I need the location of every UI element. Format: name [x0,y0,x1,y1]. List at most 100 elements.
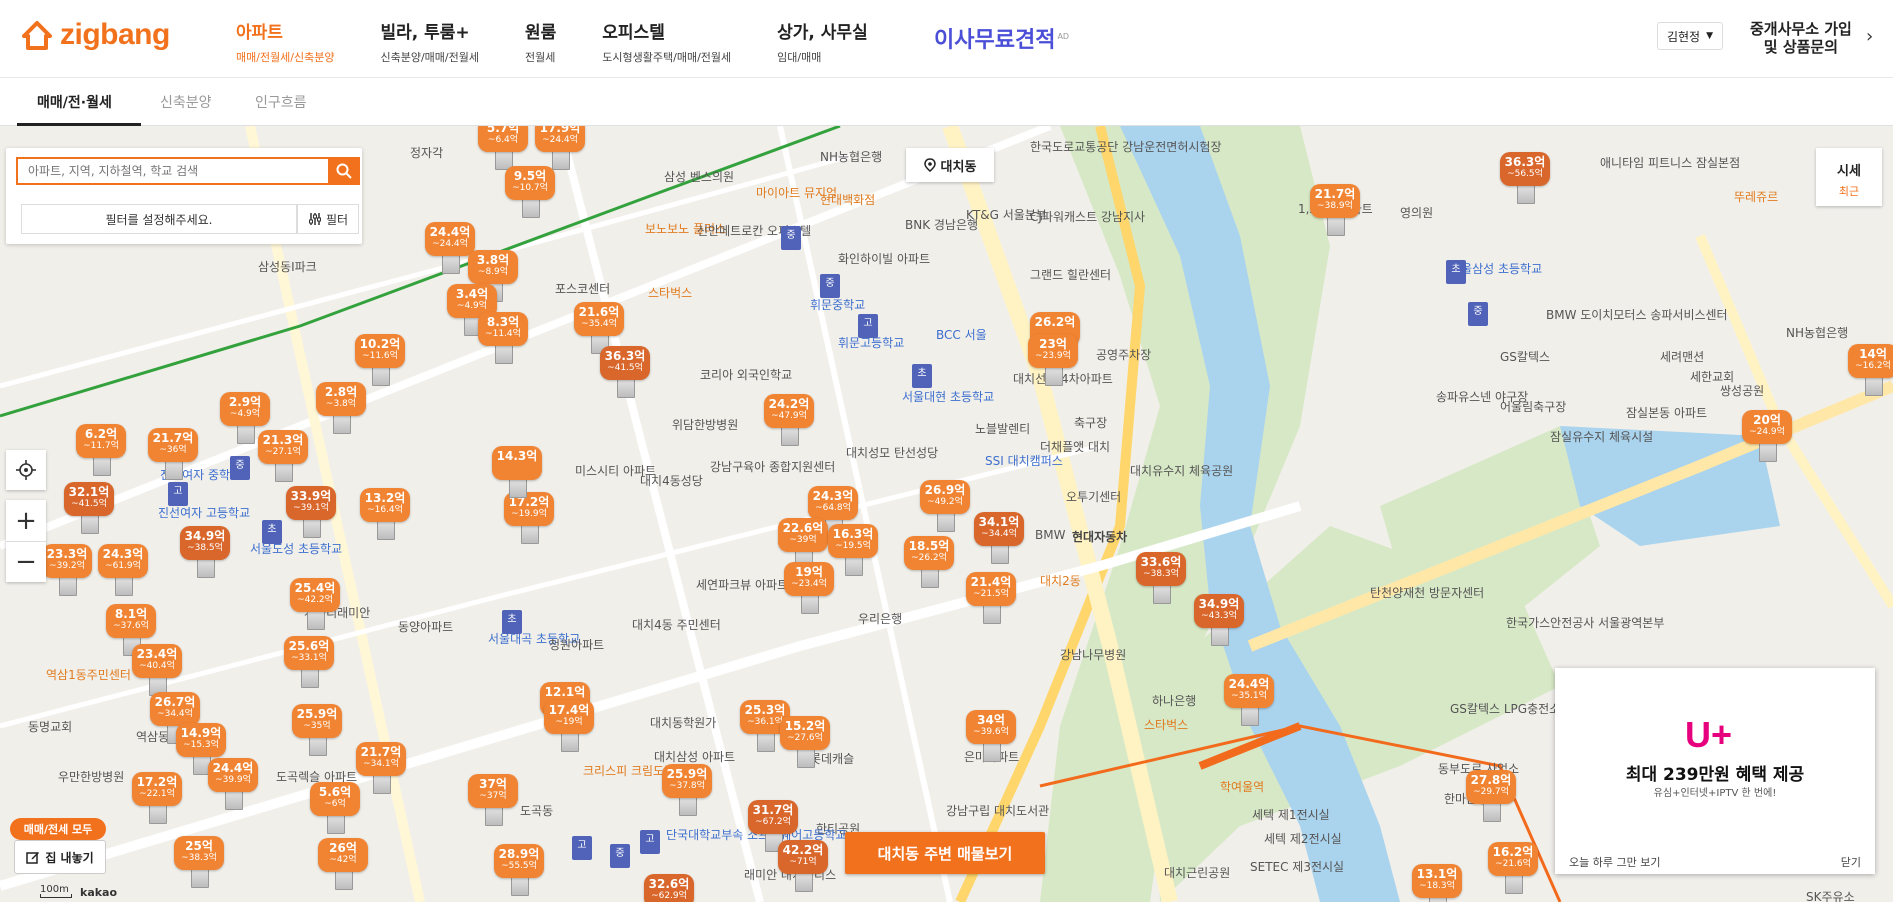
price-marker[interactable]: 6.2억 ~11.7억 [76,424,126,476]
school-icon[interactable]: 초 [262,520,282,544]
price-marker[interactable]: 14억 ~16.2억 [1848,344,1893,396]
price-marker[interactable]: 16.2억 ~21.6억 [1488,842,1538,894]
price-marker[interactable]: 34.9억 ~38.5억 [180,526,230,578]
price-marker[interactable]: 34.1억 ~34.4억 [974,512,1024,564]
zoom-in-button[interactable]: + [6,500,46,541]
chevron-right-icon[interactable]: › [1866,26,1873,47]
school-icon[interactable]: 중 [230,456,250,480]
tab-population[interactable]: 인구흐름 [255,92,307,112]
ad-close-button[interactable]: 닫기 [1841,854,1861,870]
school-icon[interactable]: 중 [610,844,630,868]
price-marker[interactable]: 42.2억 ~71억 [778,840,828,892]
price-marker[interactable]: 2.9억 ~4.9억 [220,392,270,444]
price-marker[interactable]: 25.9억 ~37.8억 [662,764,712,816]
school-icon[interactable]: 고 [572,836,592,860]
price-marker[interactable]: 23.4억 ~40.4억 [132,644,182,696]
price-marker[interactable]: 3.8억 ~8.9억 [468,250,518,302]
school-icon[interactable]: 초 [1446,260,1466,284]
search-input[interactable] [16,157,328,185]
price-marker[interactable]: 17.9억 ~24.4억 [535,126,585,170]
price-marker[interactable]: 23.3억 ~39.2억 [42,544,92,596]
tab-new-sale[interactable]: 신축분양 [160,92,212,112]
price-marker[interactable]: 24.4억 ~39.9억 [208,758,258,810]
school-icon[interactable]: 중 [1468,302,1488,326]
price-marker[interactable]: 31.7억 ~67.2억 [748,800,798,852]
price-marker[interactable]: 26억 ~42억 [318,838,368,890]
price-marker[interactable]: 8.3억 ~11.4억 [478,312,528,364]
price-marker[interactable]: 18.5억 ~26.2억 [904,536,954,588]
ad-dismiss-today[interactable]: 오늘 하루 그만 보기 [1569,854,1660,870]
price-marker[interactable]: 37억 ~37억 [468,774,518,826]
school-icon[interactable]: 고 [168,482,188,506]
price-marker[interactable]: 21.6억 ~35.4억 [574,302,624,354]
price-marker[interactable]: 14.3억 [492,446,542,498]
price-marker[interactable]: 21.7억 ~36억 [148,428,198,480]
price-marker[interactable]: 26.9억 ~49.2억 [920,480,970,532]
school-icon[interactable]: 초 [912,364,932,388]
price-marker[interactable]: 32.6억 ~62.9억 [644,874,694,902]
school-icon[interactable]: 중 [781,226,801,250]
price-marker[interactable]: 21.7억 ~38.9억 [1310,184,1360,236]
price-marker[interactable]: 36.3억 ~41.5억 [600,346,650,398]
price-marker[interactable]: 5.7억 ~6.4억 [478,126,528,170]
my-location-button[interactable] [6,450,46,490]
tab-trade[interactable]: 매매/전·월세 [37,92,112,112]
price-marker[interactable]: 14.9억 ~15.3억 [176,723,226,775]
school-icon[interactable]: 고 [640,830,660,854]
price-marker[interactable]: 17.2억 ~22.1억 [132,772,182,824]
price-marker[interactable]: 33.9억 ~39.1억 [286,486,336,538]
price-marker[interactable]: 16.3억 ~19.5억 [828,524,878,576]
price-marker[interactable]: 5.6억 ~6억 [310,782,360,834]
price-marker[interactable]: 21.3억 ~27.1억 [258,430,308,482]
price-marker[interactable]: 13.1억 ~18.3억 [1412,864,1462,902]
nearby-listings-button[interactable]: 대치동 주변 매물보기 [845,832,1045,874]
price-marker[interactable]: 24.2억 ~47.9억 [764,394,814,446]
price-marker[interactable]: 33.6억 ~38.3억 [1136,552,1186,604]
price-marker[interactable]: 10.2억 ~11.6억 [355,334,405,386]
price-marker[interactable]: 25억 ~38.3억 [174,836,224,888]
list-my-home-button[interactable]: 집 내놓기 [14,840,106,874]
school-icon[interactable]: 고 [858,314,878,338]
price-marker[interactable]: 32.1억 ~41.5억 [64,482,114,534]
search-button[interactable] [328,157,360,185]
price-marker[interactable]: 8.1억 ~37.6억 [106,604,156,656]
agent-signup-link[interactable]: 중개사무소 가입 및 상품문의 [1750,20,1852,56]
price-marker[interactable]: 20억 ~24.9억 [1742,410,1792,462]
nav-oneroom[interactable]: 원룸 전월세 [525,18,556,65]
nav-commercial[interactable]: 상가, 사무실 임대/매매 [777,18,868,65]
price-marker[interactable]: 23억 ~23.9억 [1028,334,1078,386]
price-marker[interactable]: 24.3억 ~64.8억 [808,486,858,538]
user-dropdown[interactable]: 김현정 ▼ [1657,22,1723,50]
moving-quote-promo[interactable]: 이사무료견적 AD [934,22,1069,54]
price-marker[interactable]: 25.9억 ~35억 [292,704,342,756]
zigbang-logo[interactable]: zigbang [20,18,170,52]
current-dong-label[interactable]: 대치동 [906,148,994,182]
filter-button[interactable]: 필터 [297,204,359,234]
price-marker[interactable]: 15.2억 ~27.6억 [780,716,830,768]
nav-villa[interactable]: 빌라, 투룸+ 신축분양/매매/전월세 [381,18,480,65]
price-marker[interactable]: 9.5억 ~10.7억 [505,166,555,218]
school-icon[interactable]: 중 [820,274,840,298]
price-marker[interactable]: 24.4억 ~35.1억 [1224,674,1274,726]
price-marker[interactable]: 19억 ~23.4억 [784,562,834,614]
price-marker[interactable]: 21.4억 ~21.5억 [966,572,1016,624]
price-marker[interactable]: 17.4억 ~19억 [544,700,594,752]
nav-officetel[interactable]: 오피스텔 도시형생활주택/매매/전월세 [602,18,731,65]
price-marker[interactable]: 34.9억 ~43.3억 [1194,594,1244,646]
price-marker[interactable]: 21.7억 ~34.1억 [356,742,406,794]
price-marker[interactable]: 2.8억 ~3.8억 [316,382,366,434]
price-marker[interactable]: 28.9억 ~55.5억 [494,844,544,896]
price-marker[interactable]: 34억 ~39.6억 [966,710,1016,762]
price-marker[interactable]: 24.3억 ~61.9억 [98,544,148,596]
price-marker[interactable]: 25.6억 ~33.1억 [284,636,334,688]
price-marker[interactable]: 22.6억 ~39억 [778,518,828,570]
filter-summary[interactable]: 필터를 설정해주세요. [21,204,297,234]
price-marker[interactable]: 27.8억 ~29.7억 [1466,770,1516,822]
nav-apartment[interactable]: 아파트 매매/전월세/신축분양 [236,18,335,65]
price-mode-toggle[interactable]: 시세 최근 [1816,148,1882,206]
price-marker[interactable]: 25.4억 ~42.2억 [290,578,340,630]
price-marker[interactable]: 13.2억 ~16.4억 [360,488,410,540]
price-marker[interactable]: 36.3억 ~56.5억 [1500,152,1550,204]
trade-type-chip[interactable]: 매매/전세 모두 [10,818,106,840]
zoom-out-button[interactable]: − [6,541,46,582]
